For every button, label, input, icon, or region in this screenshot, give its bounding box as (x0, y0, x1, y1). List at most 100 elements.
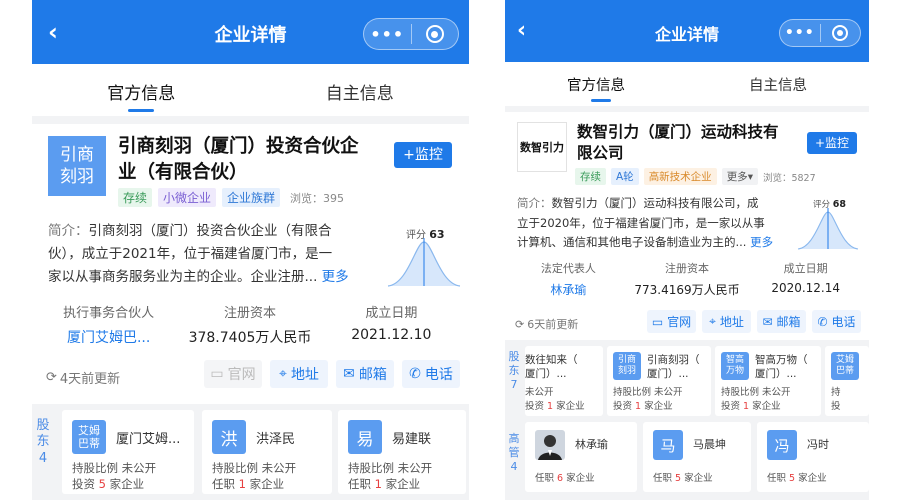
shareholders-label: 股东 4 (36, 418, 50, 466)
executive-card[interactable]: 马 马晨坤 任职 5 家企业 (643, 422, 751, 492)
company-tags: 存续 小微企业 企业族群 浏览：395 (118, 188, 344, 207)
top-nav-bar: ‹ 企业详情 ••• (505, 0, 869, 62)
website-button[interactable]: ▭ 官网 (647, 310, 696, 333)
location-pin-icon: ⌖ (709, 314, 716, 328)
executive-card[interactable]: 冯 冯时 任职 5 家企业 (757, 422, 869, 492)
mini-program-capsule: ••• (363, 18, 459, 50)
company-name: 数智引力（厦门）运动科技有 限公司 (577, 123, 779, 162)
shareholder-card[interactable]: 引商刻羽 引商刻羽（ 厦门）... 持股比例 未公开 投资 1 家企业 (607, 346, 711, 416)
company-key-facts: 执行事务合伙人 厦门艾姆巴... 注册资本 378.7405万人民币 成立日期 … (38, 302, 462, 347)
target-circle-icon[interactable] (412, 25, 459, 43)
left-phone-screen: ‹ 企业详情 ••• 官方信息 自主信息 引商刻羽 引商刻羽（厦门）投资合伙企 … (32, 0, 469, 500)
phone-button[interactable]: ✆ 电话 (402, 360, 460, 388)
tag-high-tech[interactable]: 高新技术企业 (643, 168, 717, 185)
score-label: 评分 (406, 230, 426, 241)
email-button[interactable]: ✉ 邮箱 (757, 310, 806, 333)
score-chart: 评分 63 (384, 228, 464, 290)
tab-self-info[interactable]: 自主信息 (251, 79, 470, 116)
chevron-left-icon[interactable]: ‹ (517, 18, 526, 43)
phone-button[interactable]: ✆ 电话 (812, 310, 861, 333)
website-button[interactable]: ▭ 官网 (204, 360, 262, 388)
phone-icon: ✆ (817, 314, 828, 329)
fact-founded: 成立日期 2021.12.10 (351, 306, 432, 343)
company-name: 引商刻羽（厦门）投资合伙企 业（有限合伙） (118, 136, 359, 183)
monitor-icon: ▭ (651, 314, 664, 329)
more-link[interactable]: 更多 (750, 235, 773, 249)
update-status: ⟳ 6天前更新 (515, 317, 579, 332)
avatar: 马 (653, 430, 683, 460)
fact-partner[interactable]: 执行事务合伙人 厦门艾姆巴... (38, 302, 179, 347)
refresh-icon: ⟳ (515, 317, 525, 331)
info-tabs: 官方信息 自主信息 (32, 64, 469, 116)
tab-self-info[interactable]: 自主信息 (687, 74, 869, 106)
tag-small-enterprise[interactable]: 小微企业 (158, 188, 217, 207)
shareholders-label: 股东 7 (508, 350, 520, 391)
shareholder-avatar: 易 (348, 420, 382, 454)
target-circle-icon[interactable] (821, 25, 861, 41)
more-dots-icon[interactable]: ••• (364, 25, 411, 44)
shareholder-card[interactable]: 智高万物 智高万物（ 厦门）... 持股比例 未公开 投资 1 家企业 (715, 346, 821, 416)
mail-icon: ✉ (343, 366, 355, 382)
company-info-card: 引商刻羽 引商刻羽（厦门）投资合伙企 业（有限合伙） +监控 存续 小微企业 企… (32, 124, 469, 396)
company-logo: 引商刻羽 (48, 136, 106, 196)
info-tabs: 官方信息 自主信息 (505, 62, 869, 106)
company-intro: 简介：数智引力（厦门）运动科技有限公司，成 立于2020年，位于福建省厦门市，是… (517, 196, 774, 249)
avatar (535, 430, 565, 460)
contact-actions: ▭ 官网 ⌖ 地址 ✉ 邮箱 ✆ 电话 (204, 360, 460, 388)
caret-down-icon: ▾ (747, 171, 753, 183)
person-photo-icon (538, 435, 562, 460)
tag-more-dropdown[interactable]: 更多▾ (721, 168, 758, 185)
company-info-card: 数智引力 数智引力（厦门）运动科技有 限公司 +监控 存续 A轮 高新技术企业 … (505, 112, 869, 340)
phone-icon: ✆ (409, 366, 421, 382)
company-intro: 简介：引商刻羽（厦门）投资合伙企业（有限合 伙），成立于2021年，位于福建省厦… (48, 223, 349, 285)
view-count: 浏览：5827 (762, 172, 816, 184)
score-value: 68 (832, 199, 846, 210)
monitor-button[interactable]: +监控 (394, 142, 452, 168)
shareholders-section: 股东 4 艾姆巴蒂 厦门艾姆... 持股比例 未公开 投资 5 家企业 洪 洪泽… (32, 404, 469, 500)
shareholder-avatar: 洪 (212, 420, 246, 454)
relations-section: 股东 7 数往知来（ 厦门）... 未公开 投资 1 家企业 引商刻羽 引商刻羽… (505, 340, 869, 500)
tag-enterprise-group[interactable]: 企业族群 (222, 188, 281, 207)
tag-funding-round[interactable]: A轮 (611, 168, 639, 185)
shareholder-card[interactable]: 艾姆巴蒂 厦门艾姆... 持股比例 未公开 投资 5 家企业 (62, 410, 194, 494)
shareholder-card[interactable]: 易 易建联 持股比例 未公开 任职 1 家企业 (338, 410, 466, 494)
address-button[interactable]: ⌖ 地址 (270, 360, 328, 388)
top-nav-bar: ‹ 企业详情 ••• (32, 0, 469, 64)
more-dots-icon[interactable]: ••• (780, 25, 820, 41)
right-phone-screen: ‹ 企业详情 ••• 官方信息 自主信息 数智引力 数智引力（厦门）运动科技有 … (505, 0, 869, 500)
refresh-icon: ⟳ (46, 370, 57, 385)
view-count: 浏览：395 (290, 191, 345, 205)
company-key-facts: 法定代表人 林承瑜 注册资本 773.4169万人民币 成立日期 2020.12… (509, 260, 865, 298)
active-tab-indicator (591, 99, 611, 102)
score-chart: 评分 68 (795, 199, 861, 252)
shareholder-card[interactable]: 洪 洪泽民 持股比例 未公开 任职 1 家企业 (202, 410, 332, 494)
contact-actions: ▭ 官网 ⌖ 地址 ✉ 邮箱 ✆ 电话 (647, 310, 861, 333)
status-badge: 存续 (118, 188, 153, 207)
shareholder-logo: 引商刻羽 (613, 352, 641, 380)
mail-icon: ✉ (762, 314, 773, 329)
mini-program-capsule: ••• (779, 19, 861, 47)
fact-founded: 成立日期 2020.12.14 (771, 262, 841, 295)
shareholder-card[interactable]: 数往知来（ 厦门）... 未公开 投资 1 家企业 (525, 346, 603, 416)
shareholder-card[interactable]: 艾姆巴蒂 持 投 (825, 346, 869, 416)
shareholder-logo: 艾姆巴蒂 (831, 352, 859, 380)
executive-card[interactable]: 林承瑜 任职 6 家企业 (525, 422, 637, 492)
address-button[interactable]: ⌖ 地址 (702, 310, 751, 333)
company-tags: 存续 A轮 高新技术企业 更多▾ 浏览：5827 (575, 168, 816, 185)
score-value: 63 (429, 228, 445, 241)
fact-legal-rep[interactable]: 法定代表人 林承瑜 (509, 260, 628, 298)
status-badge: 存续 (575, 168, 606, 185)
fact-capital: 注册资本 773.4169万人民币 (634, 262, 740, 297)
location-pin-icon: ⌖ (279, 366, 287, 382)
monitor-button[interactable]: +监控 (807, 132, 857, 154)
more-link[interactable]: 更多 (322, 269, 349, 285)
shareholder-logo: 艾姆巴蒂 (72, 420, 106, 454)
monitor-icon: ▭ (210, 366, 224, 382)
executives-label: 高管 4 (508, 432, 520, 473)
company-logo: 数智引力 (517, 122, 567, 172)
active-tab-indicator (128, 109, 154, 112)
email-button[interactable]: ✉ 邮箱 (336, 360, 394, 388)
score-label: 评分 (813, 200, 831, 210)
chevron-left-icon[interactable]: ‹ (48, 18, 58, 46)
fact-capital: 注册资本 378.7405万人民币 (188, 306, 312, 346)
